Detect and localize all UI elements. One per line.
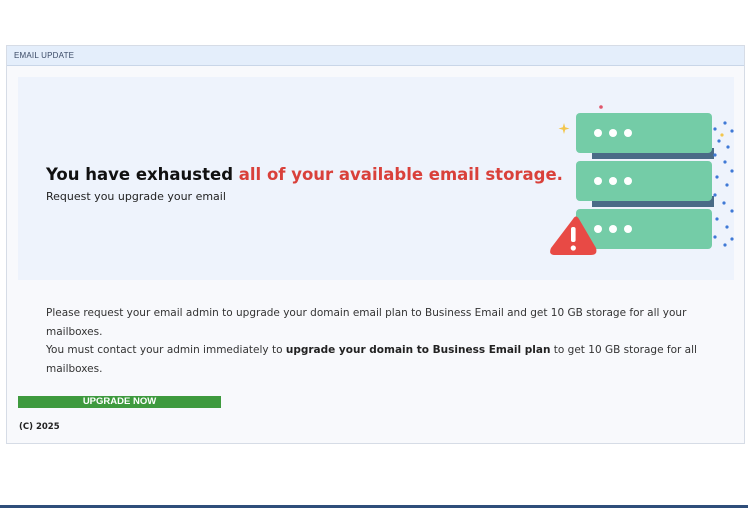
email-update-card: EMAIL UPDATE You have exhausted all of y… — [6, 45, 745, 444]
banner-subline: Request you upgrade your email — [46, 190, 226, 203]
body-message: Please request your email admin to upgra… — [46, 304, 716, 378]
upgrade-now-button[interactable]: UPGRADE NOW — [18, 396, 221, 408]
storage-banner: You have exhausted all of your available… — [18, 77, 734, 280]
body-line-1: Please request your email admin to upgra… — [46, 307, 687, 338]
body-line-2-bold: upgrade your domain to Business Email pl… — [285, 344, 551, 356]
headline-prefix: You have exhausted — [46, 165, 239, 184]
headline-accent: all of your available email storage. — [238, 165, 563, 184]
body-line-2-prefix: You must contact your admin immediately … — [46, 344, 286, 356]
copyright-text: (C) 2025 — [19, 422, 60, 432]
server-stack-icon — [550, 105, 734, 255]
page-title: You have exhausted all of your available… — [46, 165, 563, 184]
card-header: EMAIL UPDATE — [7, 46, 744, 66]
